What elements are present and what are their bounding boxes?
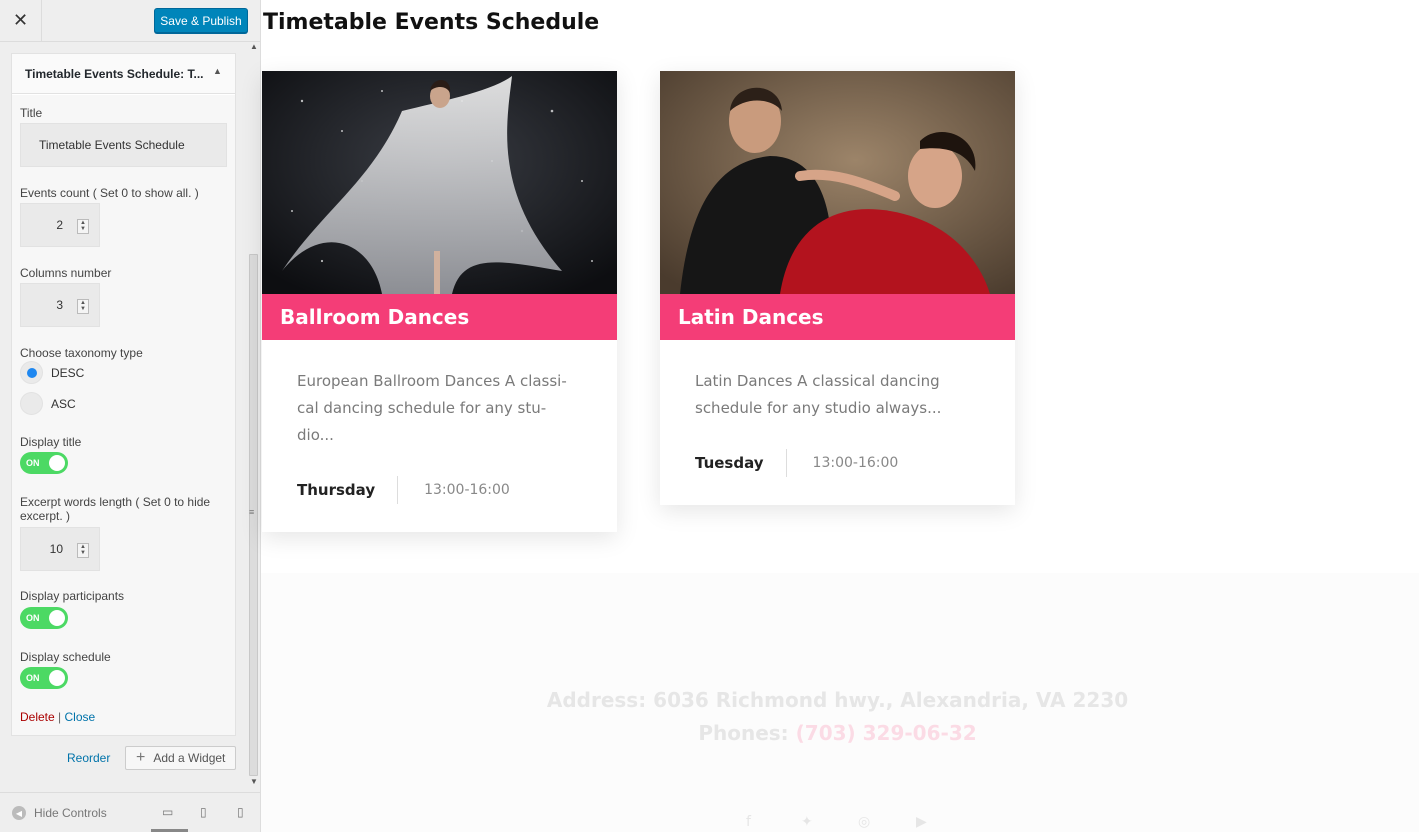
event-card[interactable]: Ballroom Dances European Ballroom Dances… — [262, 71, 617, 532]
desktop-icon[interactable]: ▭ — [162, 805, 173, 819]
columns-input[interactable]: 3 ▲ ▼ — [20, 283, 100, 327]
title-input[interactable]: Timetable Events Schedule — [20, 123, 227, 167]
site-preview: Timetable Events Schedule Ballroom Dance… — [261, 0, 1419, 832]
event-time: 13:00-16:00 — [424, 482, 510, 498]
separator: | — [58, 710, 62, 724]
instagram-icon[interactable]: ◎ — [858, 814, 870, 830]
grip-icon: ≡ — [249, 507, 255, 517]
display-participants-toggle[interactable]: ON — [20, 607, 68, 629]
title-label: Title — [20, 106, 43, 120]
sidebar-scrollbar[interactable]: ▲ ≡ ▼ — [248, 42, 260, 790]
event-name[interactable]: Latin Dances — [660, 294, 1015, 340]
radio-desc-label: DESC — [51, 366, 85, 380]
event-image-ballroom[interactable] — [262, 71, 617, 294]
stepper-icon[interactable]: ▲ ▼ — [77, 543, 89, 558]
save-publish-button[interactable]: Save & Publish — [154, 8, 248, 33]
footer-phones: Phones: (703) 329-06-32 — [261, 721, 1414, 745]
events-count-label: Events count ( Set 0 to show all. ) — [20, 186, 199, 200]
facebook-icon[interactable]: f — [746, 814, 751, 830]
event-description: Latin Dances A classical dancing schedul… — [695, 372, 942, 417]
event-schedule: Thursday 13:00-16:00 — [297, 476, 582, 504]
event-schedule: Tuesday 13:00-16:00 — [695, 449, 980, 477]
add-widget-button[interactable]: + Add a Widget — [125, 746, 236, 770]
columns-label: Columns number — [20, 266, 112, 280]
customizer-sidebar: ✕ Save & Publish ▲ ≡ ▼ Timetable Events … — [0, 0, 261, 832]
display-title-label: Display title — [20, 435, 82, 449]
event-day: Thursday — [297, 476, 399, 504]
event-image-latin[interactable] — [660, 71, 1015, 294]
toggle-knob — [49, 670, 65, 686]
event-body: Latin Dances A classical dancing schedul… — [660, 340, 1015, 505]
toggle-knob — [49, 610, 65, 626]
event-card[interactable]: Latin Dances Latin Dances A classical da… — [660, 71, 1015, 505]
phones-label: Phones: — [698, 721, 796, 745]
caret-up-icon[interactable]: ▲ — [213, 66, 222, 76]
scroll-up-icon[interactable]: ▲ — [250, 42, 258, 51]
close-icon[interactable]: ✕ — [0, 0, 42, 41]
stepper-icon[interactable]: ▲ ▼ — [77, 219, 89, 234]
page-title: Timetable Events Schedule — [263, 10, 600, 35]
radio-asc-label: ASC — [51, 397, 76, 411]
phone-link[interactable]: (703) 329-06-32 — [796, 721, 977, 745]
excerpt-label: Excerpt words length ( Set 0 to hide exc… — [20, 495, 211, 523]
twitter-icon[interactable]: ✦ — [801, 814, 813, 830]
event-description: European Ballroom Dances A classi-cal da… — [297, 372, 567, 444]
youtube-icon[interactable]: ▶ — [916, 814, 927, 830]
sidebar-footer: ◀ Hide Controls ▭ ▯ ▯ — [0, 792, 260, 832]
delete-link[interactable]: Delete — [20, 710, 55, 724]
display-schedule-toggle[interactable]: ON — [20, 667, 68, 689]
toggle-on-text: ON — [26, 458, 40, 468]
reorder-link[interactable]: Reorder — [67, 751, 110, 765]
excerpt-input[interactable]: 10 ▲ ▼ — [20, 527, 100, 571]
hide-controls-button[interactable]: ◀ Hide Controls — [12, 806, 107, 820]
stepper-icon[interactable]: ▲ ▼ — [77, 299, 89, 314]
customizer-root: ✕ Save & Publish ▲ ≡ ▼ Timetable Events … — [0, 0, 1419, 832]
close-link[interactable]: Close — [65, 710, 96, 724]
widget-form: Title Timetable Events Schedule Events c… — [12, 95, 235, 735]
add-widget-label: Add a Widget — [153, 751, 226, 765]
plus-icon: + — [136, 749, 146, 766]
toggle-knob — [49, 455, 65, 471]
events-count-value: 2 — [56, 218, 63, 232]
event-time: 13:00-16:00 — [812, 455, 899, 471]
toggle-on-text: ON — [26, 613, 40, 623]
event-day: Tuesday — [695, 449, 787, 477]
scroll-down-icon[interactable]: ▼ — [250, 777, 258, 786]
display-participants-label: Display participants — [20, 589, 125, 603]
excerpt-value: 10 — [49, 542, 63, 556]
event-name[interactable]: Ballroom Dances — [262, 294, 617, 340]
columns-value: 3 — [56, 298, 63, 312]
display-schedule-label: Display schedule — [20, 650, 111, 664]
footer-address: Address: 6036 Richmond hwy., Alexandria,… — [546, 688, 1129, 712]
widget-header[interactable]: Timetable Events Schedule: T... ▲ — [12, 54, 235, 94]
sidebar-header: ✕ Save & Publish — [0, 0, 260, 42]
hide-controls-label: Hide Controls — [34, 806, 107, 820]
widget-panel: Timetable Events Schedule: T... ▲ Title … — [11, 53, 236, 736]
tablet-icon[interactable]: ▯ — [200, 805, 207, 819]
widget-actions: Delete | Close — [20, 710, 95, 724]
display-title-toggle[interactable]: ON — [20, 452, 68, 474]
taxonomy-label: Choose taxonomy type — [20, 346, 143, 360]
mobile-icon[interactable]: ▯ — [237, 805, 244, 819]
radio-desc[interactable] — [20, 361, 43, 384]
widget-title: Timetable Events Schedule: T... — [25, 67, 204, 81]
events-count-input[interactable]: 2 ▲ ▼ — [20, 203, 100, 247]
toggle-on-text: ON — [26, 673, 40, 683]
arrow-left-icon: ◀ — [12, 806, 26, 820]
event-body: European Ballroom Dances A classi-cal da… — [262, 340, 617, 532]
radio-asc[interactable] — [20, 392, 43, 415]
